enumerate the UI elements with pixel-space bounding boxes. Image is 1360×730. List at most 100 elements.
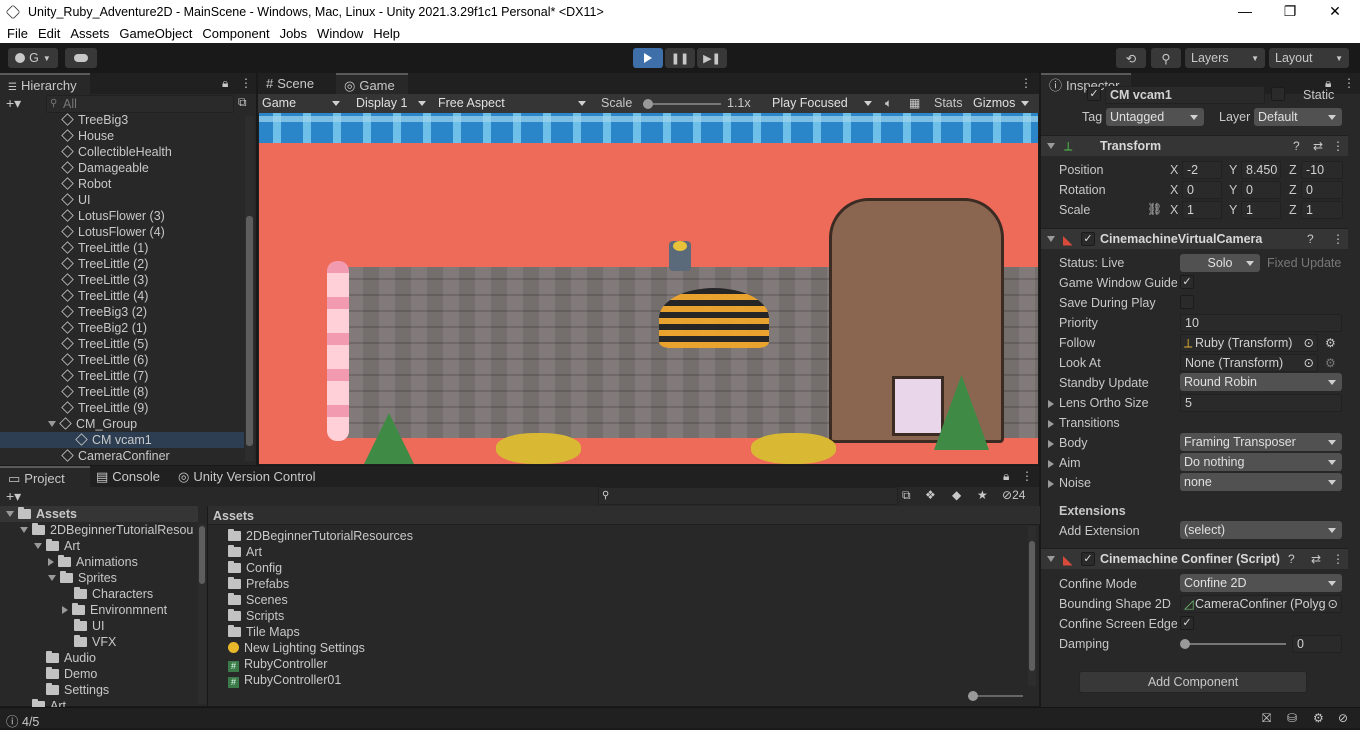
target-picker-icon[interactable]: ⊙ — [1328, 596, 1338, 612]
menu-edit[interactable]: Edit — [38, 26, 60, 41]
scale-slider[interactable] — [643, 99, 721, 109]
pos-x-field[interactable]: -2 — [1182, 161, 1222, 179]
tab-version-control[interactable]: ◎ Unity Version Control — [170, 466, 330, 487]
add-extension-dropdown[interactable]: (select) — [1180, 521, 1342, 539]
search-button[interactable]: ⚲ — [1151, 48, 1181, 68]
more-menu-icon[interactable]: ⋮ — [1332, 552, 1344, 566]
slider-handle[interactable] — [1180, 639, 1190, 649]
display-dropdown[interactable]: Display 1 — [352, 94, 432, 112]
menu-help[interactable]: Help — [373, 26, 400, 41]
play-button[interactable] — [633, 48, 663, 68]
transform-header[interactable]: ⟂ Transform? ⇄ ⋮ — [1041, 135, 1348, 156]
hierarchy-item[interactable]: TreeLittle (1) — [0, 240, 244, 256]
menu-gameobject[interactable]: GameObject — [119, 26, 192, 41]
foldout-icon[interactable] — [48, 421, 56, 427]
asset-item[interactable]: New Lighting Settings — [228, 640, 1018, 656]
search-by-label-icon[interactable]: ❖ — [925, 488, 936, 502]
favorite-icon[interactable]: ★ — [977, 488, 988, 502]
search-by-type-icon[interactable]: ⧉ — [902, 488, 911, 503]
hierarchy-item[interactable]: Robot — [0, 176, 244, 192]
cloud-button[interactable] — [65, 48, 97, 68]
hierarchy-scrollbar[interactable] — [245, 116, 254, 461]
folder-tree-item[interactable]: Assets — [0, 506, 198, 522]
target-picker-icon[interactable]: ⊙ — [1304, 355, 1314, 371]
layers-dropdown[interactable]: Layers ▼ — [1185, 48, 1265, 68]
axis-y-label[interactable]: Y — [1229, 203, 1237, 217]
help-icon[interactable]: ? — [1307, 232, 1314, 246]
tab-hierarchy[interactable]: ☰ Hierarchy — [0, 73, 90, 94]
folder-tree-item[interactable]: Characters — [0, 586, 198, 602]
hierarchy-item[interactable]: TreeLittle (9) — [0, 400, 244, 416]
preset-icon[interactable]: ⇄ — [1313, 139, 1323, 153]
more-menu-icon[interactable]: ⋮ — [1021, 469, 1033, 483]
lock-icon[interactable]: 🔒︎ — [222, 76, 228, 91]
hierarchy-item[interactable]: LotusFlower (4) — [0, 224, 244, 240]
asset-item[interactable]: Art — [228, 544, 1018, 560]
account-dropdown[interactable]: G ▼ — [8, 48, 58, 68]
asset-item[interactable]: # RubyController01 — [228, 672, 1018, 688]
foldout-icon[interactable] — [62, 606, 68, 614]
tag-dropdown[interactable]: Untagged — [1106, 108, 1204, 126]
menu-assets[interactable]: Assets — [70, 26, 109, 41]
menu-jobs[interactable]: Jobs — [280, 26, 307, 41]
target-picker-icon[interactable]: ⊙ — [1304, 335, 1314, 351]
scrollbar-thumb[interactable] — [246, 216, 253, 446]
noise-dropdown[interactable]: none — [1180, 473, 1342, 491]
tab-scene[interactable]: # Scene — [258, 73, 336, 94]
asset-item[interactable]: Tile Maps — [228, 624, 1018, 640]
hierarchy-item[interactable]: TreeLittle (4) — [0, 288, 244, 304]
lookat-field[interactable]: None (Transform) ⊙ — [1180, 354, 1318, 372]
foldout-icon[interactable] — [20, 527, 28, 533]
folder-tree-item[interactable]: Animations — [0, 554, 198, 570]
axis-y-label[interactable]: Y — [1229, 183, 1237, 197]
rot-y-field[interactable]: 0 — [1241, 181, 1281, 199]
slider-handle[interactable] — [968, 691, 978, 701]
axis-z-label[interactable]: Z — [1289, 163, 1297, 177]
rot-z-field[interactable]: 0 — [1301, 181, 1343, 199]
foldout-icon[interactable] — [1048, 420, 1054, 428]
lock-icon[interactable]: 🔒︎ — [1003, 469, 1009, 484]
pos-y-field[interactable]: 8.450 — [1241, 161, 1281, 179]
minimize-button[interactable]: — — [1222, 0, 1268, 24]
folder-tree-item[interactable]: Demo — [0, 666, 198, 682]
hierarchy-item[interactable]: LotusFlower (3) — [0, 208, 244, 224]
tab-project[interactable]: ▭ Project — [0, 466, 90, 487]
rot-x-field[interactable]: 0 — [1182, 181, 1222, 199]
hierarchy-item[interactable]: TreeBig2 (1) — [0, 320, 244, 336]
add-object-button[interactable]: +▾ — [6, 95, 21, 112]
add-component-button[interactable]: Add Component — [1079, 671, 1307, 693]
scrollbar-thumb[interactable] — [1029, 541, 1035, 671]
hierarchy-item[interactable]: TreeLittle (6) — [0, 352, 244, 368]
icon-size-slider[interactable] — [968, 691, 1023, 701]
hierarchy-item[interactable]: TreeLittle (7) — [0, 368, 244, 384]
hierarchy-item[interactable]: TreeLittle (8) — [0, 384, 244, 400]
layer-dropdown[interactable]: Default — [1254, 108, 1342, 126]
tag-icon[interactable]: ◆ — [952, 488, 961, 502]
tab-game[interactable]: ◎ Game — [336, 73, 408, 94]
folder-tree-item[interactable]: UI — [0, 618, 198, 634]
scrollbar-thumb[interactable] — [199, 526, 205, 584]
asset-item[interactable]: 2DBeginnerTutorialResources — [228, 528, 1018, 544]
foldout-icon[interactable] — [1048, 460, 1054, 468]
close-button[interactable]: ✕ — [1312, 0, 1358, 24]
hierarchy-item[interactable]: TreeLittle (5) — [0, 336, 244, 352]
tab-console[interactable]: ▤ Console — [88, 466, 168, 487]
scl-y-field[interactable]: 1 — [1241, 201, 1281, 219]
help-icon[interactable]: ? — [1288, 552, 1295, 566]
follow-field[interactable]: ⟂ Ruby (Transform) ⊙ — [1180, 334, 1318, 352]
axis-x-label[interactable]: X — [1170, 183, 1178, 197]
speaker-icon[interactable]: 🔈︎ — [885, 96, 892, 111]
confiner-enabled-checkbox[interactable]: ✓ — [1081, 552, 1095, 566]
menu-component[interactable]: Component — [202, 26, 269, 41]
folder-tree-item[interactable]: Sprites — [0, 570, 198, 586]
axis-z-label[interactable]: Z — [1289, 183, 1297, 197]
foldout-icon[interactable] — [1048, 480, 1054, 488]
foldout-icon[interactable] — [34, 543, 42, 549]
scl-z-field[interactable]: 1 — [1301, 201, 1343, 219]
create-asset-button[interactable]: +▾ — [6, 488, 21, 505]
hierarchy-item[interactable]: CollectibleHealth — [0, 144, 244, 160]
foldout-icon[interactable] — [6, 511, 14, 517]
hierarchy-search-input[interactable]: ⚲ All — [46, 95, 234, 113]
folder-tree-item[interactable]: 2DBeginnerTutorialResou — [0, 522, 198, 538]
auto-generate-icon[interactable]: ⚙ — [1313, 711, 1324, 725]
